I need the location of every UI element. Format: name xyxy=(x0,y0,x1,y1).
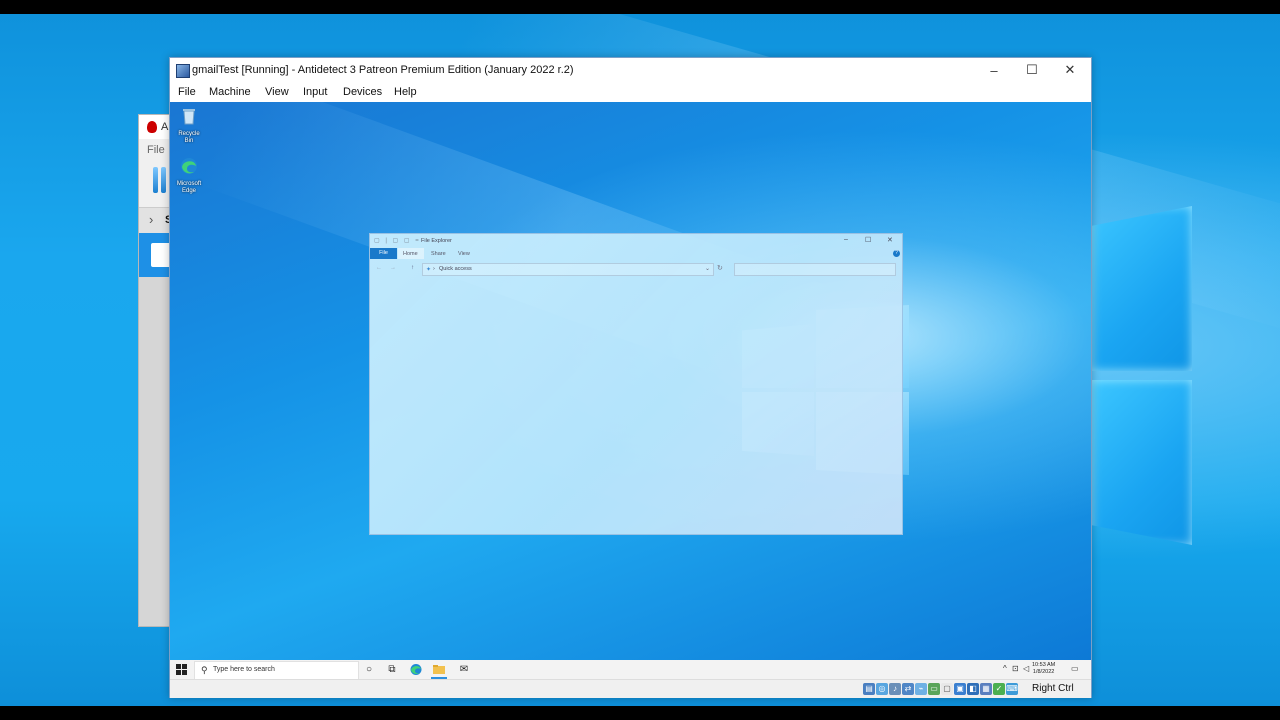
menu-help[interactable]: Help xyxy=(394,86,417,98)
menu-devices[interactable]: Devices xyxy=(343,86,382,98)
shared-folders-icon[interactable]: ▭ xyxy=(928,683,940,695)
background-app-section-header[interactable]: › S xyxy=(139,207,173,235)
cpu-icon[interactable]: ▦ xyxy=(980,683,992,695)
network-adapter-icon[interactable]: ⇄ xyxy=(902,683,914,695)
taskbar-search-box[interactable]: ⚲ Type here to search xyxy=(194,661,359,680)
search-placeholder: Type here to search xyxy=(213,666,275,673)
explorer-address-row: ← → ↑ ✦ › Quick access ⌄ ↻ xyxy=(370,263,902,276)
virtualbox-window: gmailTest [Running] - Antidetect 3 Patre… xyxy=(169,57,1092,698)
tray-chevron-icon[interactable]: ^ xyxy=(1003,664,1007,673)
taskbar-clock[interactable]: 10:53 AM 1/8/2022 xyxy=(1032,662,1055,676)
window-title: gmailTest [Running] - Antidetect 3 Patre… xyxy=(192,64,574,76)
edge-label: Microsoft Edge xyxy=(176,181,202,194)
display-icon[interactable]: ▢ xyxy=(941,683,953,695)
explorer-search-box[interactable] xyxy=(734,263,896,276)
explorer-minimize-button[interactable]: – xyxy=(844,236,848,243)
start-button[interactable] xyxy=(176,664,187,675)
help-icon[interactable]: ? xyxy=(893,250,900,257)
ribbon-tab-file[interactable]: File xyxy=(370,248,397,259)
virtualbox-icon xyxy=(176,64,190,78)
recording-icon[interactable]: ▣ xyxy=(954,683,966,695)
notification-icon[interactable]: ▭ xyxy=(1071,664,1079,673)
network-icon[interactable]: ⊡ xyxy=(1012,664,1019,673)
maximize-button[interactable]: ☐ xyxy=(1013,58,1051,82)
clock-date: 1/8/2022 xyxy=(1032,669,1055,675)
cortana-icon[interactable]: ○ xyxy=(362,663,376,676)
explorer-close-button[interactable]: ✕ xyxy=(887,236,893,244)
address-text: Quick access xyxy=(439,266,472,272)
recycle-bin-icon xyxy=(183,109,195,125)
host-windows-logo-pane-top xyxy=(1092,206,1192,371)
menu-file[interactable]: File xyxy=(178,86,196,98)
forward-button[interactable]: → xyxy=(390,265,396,271)
up-button[interactable]: ↑ xyxy=(411,265,414,271)
virtualization-icon[interactable]: ◧ xyxy=(967,683,979,695)
audio-icon[interactable]: ♪ xyxy=(889,683,901,695)
file-explorer-taskbar-icon[interactable] xyxy=(432,663,446,676)
desktop-microsoft-edge[interactable]: Microsoft Edge xyxy=(174,156,204,195)
menu-view[interactable]: View xyxy=(265,86,289,98)
back-button[interactable]: ← xyxy=(376,265,382,271)
edge-taskbar-icon[interactable] xyxy=(409,663,423,676)
recycle-bin-label: Recycle Bin xyxy=(178,131,200,144)
selected-vm-item[interactable] xyxy=(139,233,173,277)
address-dropdown-icon[interactable]: ⌄ xyxy=(705,265,710,272)
background-app-list-area xyxy=(139,277,173,626)
task-view-icon[interactable]: ⧉ xyxy=(385,663,399,676)
host-windows-logo-pane-bottom xyxy=(1092,380,1192,545)
menu-machine[interactable]: Machine xyxy=(209,86,251,98)
desktop-recycle-bin[interactable]: Recycle Bin xyxy=(174,106,204,145)
address-bar[interactable]: ✦ › Quick access ⌄ xyxy=(422,263,714,276)
vbox-status-icons: ▤ ◎ ♪ ⇄ ⌁ ▭ ▢ ▣ ◧ ▦ ✓ ⌨ xyxy=(863,683,1018,695)
refresh-button[interactable]: ↻ xyxy=(717,264,723,272)
menu-input[interactable]: Input xyxy=(303,86,327,98)
hard-disk-icon[interactable]: ▤ xyxy=(863,683,875,695)
quick-access-toolbar[interactable]: ▢ | ▢ ▢ = xyxy=(374,237,421,244)
explorer-title: File Explorer xyxy=(421,238,452,244)
quick-access-pin-icon: ✦ xyxy=(426,267,432,273)
explorer-titlebar[interactable]: ▢ | ▢ ▢ = File Explorer – ☐ ✕ xyxy=(370,234,902,247)
guest-taskbar: ⚲ Type here to search ○ ⧉ ✉ ^ ⊡ ◁ 10:53 … xyxy=(170,660,1091,680)
vm-os-icon xyxy=(151,243,171,267)
search-icon: ⚲ xyxy=(201,665,208,675)
address-separator: › xyxy=(433,266,435,272)
ribbon-tab-view[interactable]: View xyxy=(458,251,470,257)
guest-desktop[interactable]: Recycle Bin Microsoft Edge ▢ | ▢ ▢ = Fil… xyxy=(170,102,1091,660)
close-button[interactable]: ✕ xyxy=(1051,58,1089,82)
background-app-title: A xyxy=(161,121,169,133)
ribbon-tab-home[interactable]: Home xyxy=(403,251,418,257)
vbox-status-bar: ▤ ◎ ♪ ⇄ ⌁ ▭ ▢ ▣ ◧ ▦ ✓ ⌨ Right Ctrl xyxy=(170,679,1091,698)
background-app-titlebar[interactable]: A xyxy=(139,115,173,139)
keyboard-capture-icon[interactable]: ⌨ xyxy=(1006,683,1018,695)
windows-logo-icon xyxy=(176,664,181,669)
host-key-label: Right Ctrl xyxy=(1032,683,1074,694)
clock-time: 10:53 AM xyxy=(1032,662,1056,668)
vbox-menubar: File Machine View Input Devices Help xyxy=(170,82,1091,102)
tools-icon[interactable] xyxy=(153,167,169,195)
app-logo-icon xyxy=(147,121,157,133)
mail-icon[interactable]: ✉ xyxy=(457,663,471,676)
optical-drive-icon[interactable]: ◎ xyxy=(876,683,888,695)
mouse-integration-icon[interactable]: ✓ xyxy=(993,683,1005,695)
explorer-maximize-button[interactable]: ☐ xyxy=(865,236,871,244)
ribbon-tab-share[interactable]: Share xyxy=(431,251,446,257)
usb-icon[interactable]: ⌁ xyxy=(915,683,927,695)
file-explorer-window[interactable]: ▢ | ▢ ▢ = File Explorer – ☐ ✕ File Home … xyxy=(369,233,903,535)
edge-icon xyxy=(181,158,197,174)
explorer-ribbon-tabs: File Home Share View ? xyxy=(370,248,902,259)
minimize-button[interactable]: – xyxy=(975,58,1013,82)
volume-icon[interactable]: ◁ xyxy=(1023,664,1029,673)
chevron-right-icon: › xyxy=(149,212,154,227)
vbox-titlebar[interactable]: gmailTest [Running] - Antidetect 3 Patre… xyxy=(170,58,1091,82)
background-app-menu-file[interactable]: File xyxy=(147,144,165,156)
